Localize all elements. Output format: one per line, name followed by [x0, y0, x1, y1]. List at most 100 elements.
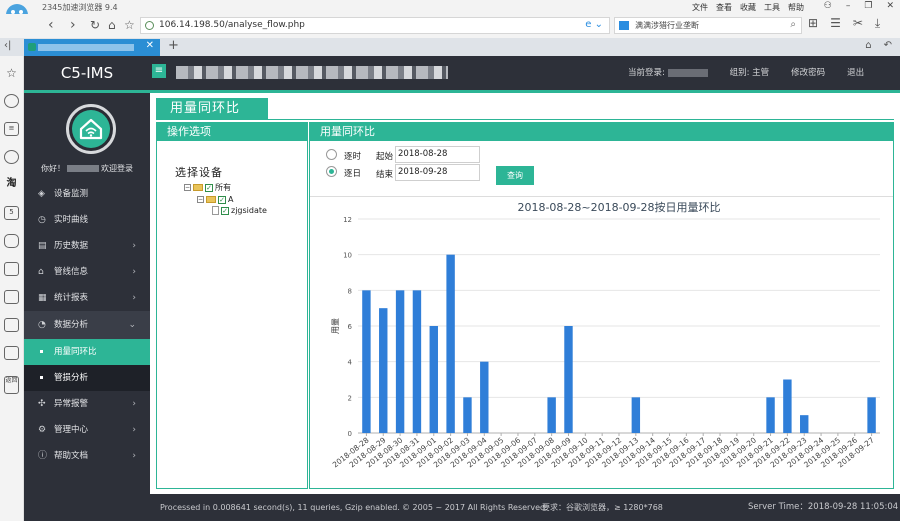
sidebar-item-alarm[interactable]: ✣ 异常报警 ›: [24, 391, 150, 417]
report-icon: ▦: [38, 293, 47, 303]
history-icon: ▤: [38, 241, 47, 251]
footer-processed: Processed in 0.008641 second(s), 11 quer…: [160, 503, 400, 512]
undo-icon[interactable]: ↶: [884, 40, 892, 51]
address-bar[interactable]: 106.14.198.50/analyse_flow.php e ⌄: [140, 17, 610, 34]
address-url: 106.14.198.50/analyse_flow.php: [159, 20, 305, 30]
calculator-icon[interactable]: [4, 318, 19, 332]
download-icon[interactable]: ⤓: [875, 16, 880, 31]
chevron-down-icon: ⌄: [128, 320, 136, 330]
start-label: 起始: [376, 152, 394, 162]
menu-toggle-button[interactable]: ≡: [152, 64, 166, 78]
usage-chart: 2018-08-28~2018-09-28按日用量环比 0 2 4 6 8 10 12 用量 20…: [310, 197, 893, 488]
search-input[interactable]: 满满涉猎行业垄断 ⌕: [614, 17, 802, 34]
file-icon: [212, 206, 219, 215]
footer-server-time: Server Time：2018-09-28 11:05:04: [748, 502, 899, 512]
header-user-area: 当前登录: 组别: 主管 修改密码 退出: [628, 66, 864, 78]
collapse-icon[interactable]: −: [197, 196, 204, 203]
menu-help[interactable]: 帮助: [788, 2, 804, 13]
end-label: 结束: [376, 170, 394, 180]
collapse-icon[interactable]: −: [184, 184, 191, 191]
y-tick-label: 6: [348, 323, 353, 331]
alarm-icon: ✣: [38, 399, 46, 409]
logout-link[interactable]: 退出: [847, 66, 864, 78]
sidebar-item-pipeline-info[interactable]: ⌂ 管线信息 ›: [24, 259, 150, 285]
back-icon[interactable]: ‹: [48, 16, 54, 34]
sidebar-item-device-monitor[interactable]: ◈ 设备监测: [24, 181, 150, 207]
star-icon[interactable]: ☆: [124, 16, 135, 34]
search-icon[interactable]: ⌕: [790, 19, 796, 30]
taobao-icon[interactable]: 淘: [4, 178, 19, 192]
change-password-link[interactable]: 修改密码: [791, 66, 825, 78]
radio-daily[interactable]: [326, 166, 337, 177]
favorites-icon[interactable]: ☆: [4, 67, 19, 82]
shopping-icon[interactable]: ⌂: [865, 40, 871, 51]
start-date-input[interactable]: 2018-08-28: [395, 146, 480, 163]
bar: [446, 254, 455, 433]
bar: [800, 415, 809, 433]
skin-icon[interactable]: ⚇: [824, 1, 832, 11]
window-controls: ⚇ – ❐ ✕: [824, 1, 894, 11]
bar: [379, 308, 388, 433]
radio-daily-label: 逐日: [344, 169, 362, 179]
chevron-right-icon: ›: [132, 399, 136, 409]
tree-node-all[interactable]: − ✓ 所有: [184, 182, 231, 193]
menu-file[interactable]: 文件: [692, 2, 708, 13]
tab-favicon-icon: [28, 43, 36, 51]
desktop-icon[interactable]: 返回: [4, 376, 19, 394]
menu-favorites[interactable]: 收藏: [740, 2, 756, 13]
sidebar-item-history-data[interactable]: ▤ 历史数据 ›: [24, 233, 150, 259]
checkbox-checked-icon[interactable]: ✓: [205, 183, 213, 192]
forward-icon[interactable]: ›: [70, 16, 76, 34]
chevron-right-icon: ›: [132, 267, 136, 277]
tab-close-icon[interactable]: ✕: [146, 40, 154, 51]
radio-hourly[interactable]: [326, 149, 337, 160]
game-icon[interactable]: [4, 234, 19, 248]
menu-tools[interactable]: 工具: [764, 2, 780, 13]
sidebar-item-data-analysis[interactable]: ◔ 数据分析 ⌄: [24, 311, 150, 339]
footer: Processed in 0.008641 second(s), 11 quer…: [150, 494, 900, 521]
minimize-icon[interactable]: –: [846, 1, 851, 11]
tree-node-zjgsidate[interactable]: ✓ zjgsidate: [212, 205, 267, 216]
sidebar-subitem-usage-yoy[interactable]: 用量同环比: [24, 339, 150, 365]
y-tick-label: 0: [348, 430, 352, 438]
chart-title: 2018-08-28~2018-09-28按日用量环比: [517, 200, 720, 214]
gear-icon: ⚙: [38, 425, 47, 435]
history-icon[interactable]: [4, 94, 19, 108]
sidebar-item-management[interactable]: ⚙ 管理中心 ›: [24, 417, 150, 443]
query-button[interactable]: 查询: [496, 166, 534, 185]
reader-icon[interactable]: ☰: [830, 16, 841, 31]
bullet-icon: [40, 376, 43, 379]
checkbox-checked-icon[interactable]: ✓: [218, 195, 226, 204]
restore-icon[interactable]: ❐: [864, 1, 872, 11]
sidebar-toggle-icon[interactable]: ‹|: [4, 40, 11, 51]
y-tick-label: 4: [348, 359, 353, 367]
end-date-input[interactable]: 2018-09-28: [395, 164, 480, 181]
close-icon[interactable]: ✕: [886, 1, 894, 11]
avatar: [66, 104, 116, 154]
chat-icon[interactable]: [4, 150, 19, 164]
current-user: 当前登录:: [628, 66, 708, 78]
notes-icon[interactable]: [4, 346, 19, 360]
bar: [867, 397, 876, 433]
refresh-icon[interactable]: ↻: [90, 16, 100, 34]
home-icon[interactable]: ⌂: [108, 16, 116, 34]
bar: [362, 290, 371, 433]
browser-tab[interactable]: ✕: [24, 39, 160, 56]
video-icon[interactable]: [4, 262, 19, 276]
analysis-icon: ◔: [38, 320, 46, 330]
sidebar-item-statistics[interactable]: ▦ 统计报表 ›: [24, 285, 150, 311]
home-wifi-icon: [79, 118, 103, 140]
menu-view[interactable]: 查看: [716, 2, 732, 13]
monitor-icon[interactable]: [4, 290, 19, 304]
sidebar-subitem-loss-analysis[interactable]: 管损分析: [24, 365, 150, 391]
ie-mode-icon[interactable]: e ⌄: [585, 19, 603, 30]
cut-icon[interactable]: ✂: [853, 16, 863, 31]
apps-icon[interactable]: ⊞: [808, 16, 818, 31]
new-tab-button[interactable]: +: [168, 38, 179, 53]
sidebar-item-help[interactable]: ⓘ 帮助文档 ›: [24, 443, 150, 469]
news-icon[interactable]: ≡: [4, 122, 19, 136]
sidebar-item-realtime-curve[interactable]: ◷ 实时曲线: [24, 207, 150, 233]
checkbox-checked-icon[interactable]: ✓: [221, 206, 229, 215]
tree-node-a[interactable]: − ✓ A: [197, 194, 233, 205]
calendar-icon[interactable]: 5: [4, 206, 19, 220]
